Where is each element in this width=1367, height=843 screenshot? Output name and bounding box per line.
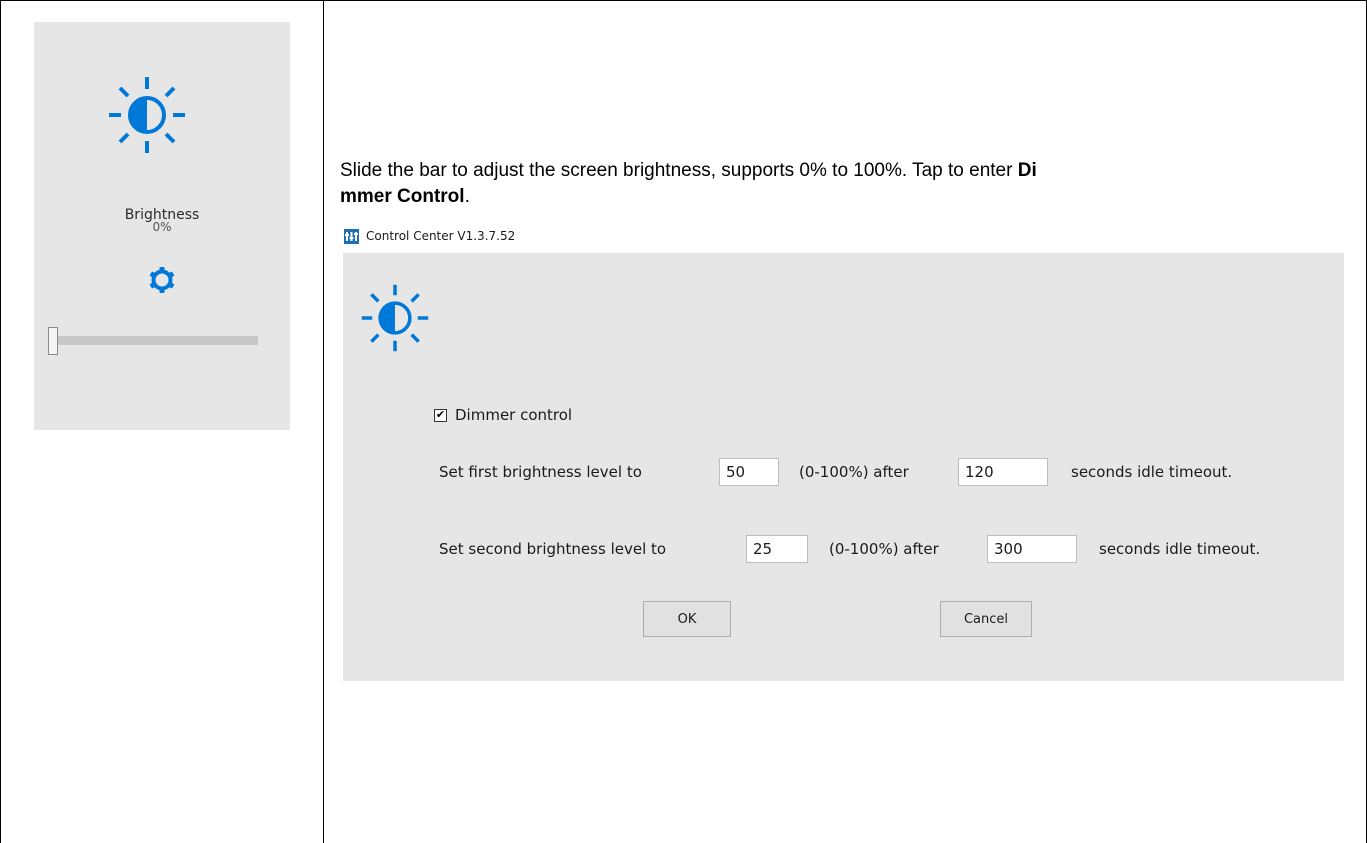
first-level-prefix: Set first brightness level to	[439, 463, 642, 481]
dimmer-control-label: Dimmer control	[455, 406, 573, 424]
page: Brightness 0% Slide the bar to adjust th…	[0, 0, 1367, 843]
first-seconds-suffix: seconds idle timeout.	[1071, 463, 1233, 481]
app-icon	[344, 228, 359, 244]
first-level-row: Set first brightness level to 50 (0-100%…	[343, 457, 1344, 487]
description-text: Slide the bar to adjust the screen brigh…	[340, 160, 1018, 181]
second-level-input[interactable]: 25	[746, 535, 808, 563]
first-level-range: (0-100%) after	[799, 463, 909, 481]
first-level-input[interactable]: 50	[719, 458, 779, 486]
second-seconds-input[interactable]: 300	[987, 535, 1077, 563]
cancel-button[interactable]: Cancel	[940, 601, 1032, 637]
ok-button[interactable]: OK	[643, 601, 731, 637]
first-seconds-input[interactable]: 120	[958, 458, 1048, 486]
dialog-title: Control Center V1.3.7.52	[366, 229, 516, 243]
dialog-title-bar: Control Center V1.3.7.52	[344, 227, 515, 245]
description-line-1: Slide the bar to adjust the screen brigh…	[340, 158, 1037, 184]
table-border	[0, 0, 1367, 1]
brightness-slider[interactable]	[48, 327, 258, 357]
brightness-icon	[361, 284, 429, 352]
brightness-tile[interactable]: Brightness 0%	[34, 22, 290, 430]
brightness-icon	[109, 77, 185, 153]
second-level-range: (0-100%) after	[829, 540, 939, 558]
dimmer-control-dialog: ✔ Dimmer control Set first brightness le…	[343, 253, 1344, 681]
dimmer-control-term: mmer Control	[340, 186, 465, 207]
description-text: .	[464, 186, 470, 207]
brightness-value: 0%	[152, 220, 172, 234]
gear-icon[interactable]	[149, 267, 175, 293]
dimmer-control-term: Di	[1017, 160, 1037, 181]
slider-track[interactable]	[54, 336, 258, 345]
table-divider	[323, 0, 324, 843]
description-line-2: mmer Control.	[340, 184, 470, 210]
second-level-row: Set second brightness level to 25 (0-100…	[343, 534, 1344, 564]
table-border	[0, 0, 1, 843]
dimmer-control-checkbox-row[interactable]: ✔ Dimmer control	[434, 406, 572, 424]
slider-thumb[interactable]	[48, 327, 58, 355]
dimmer-control-checkbox[interactable]: ✔	[434, 408, 447, 422]
second-level-prefix: Set second brightness level to	[439, 540, 667, 558]
second-seconds-suffix: seconds idle timeout.	[1099, 540, 1261, 558]
